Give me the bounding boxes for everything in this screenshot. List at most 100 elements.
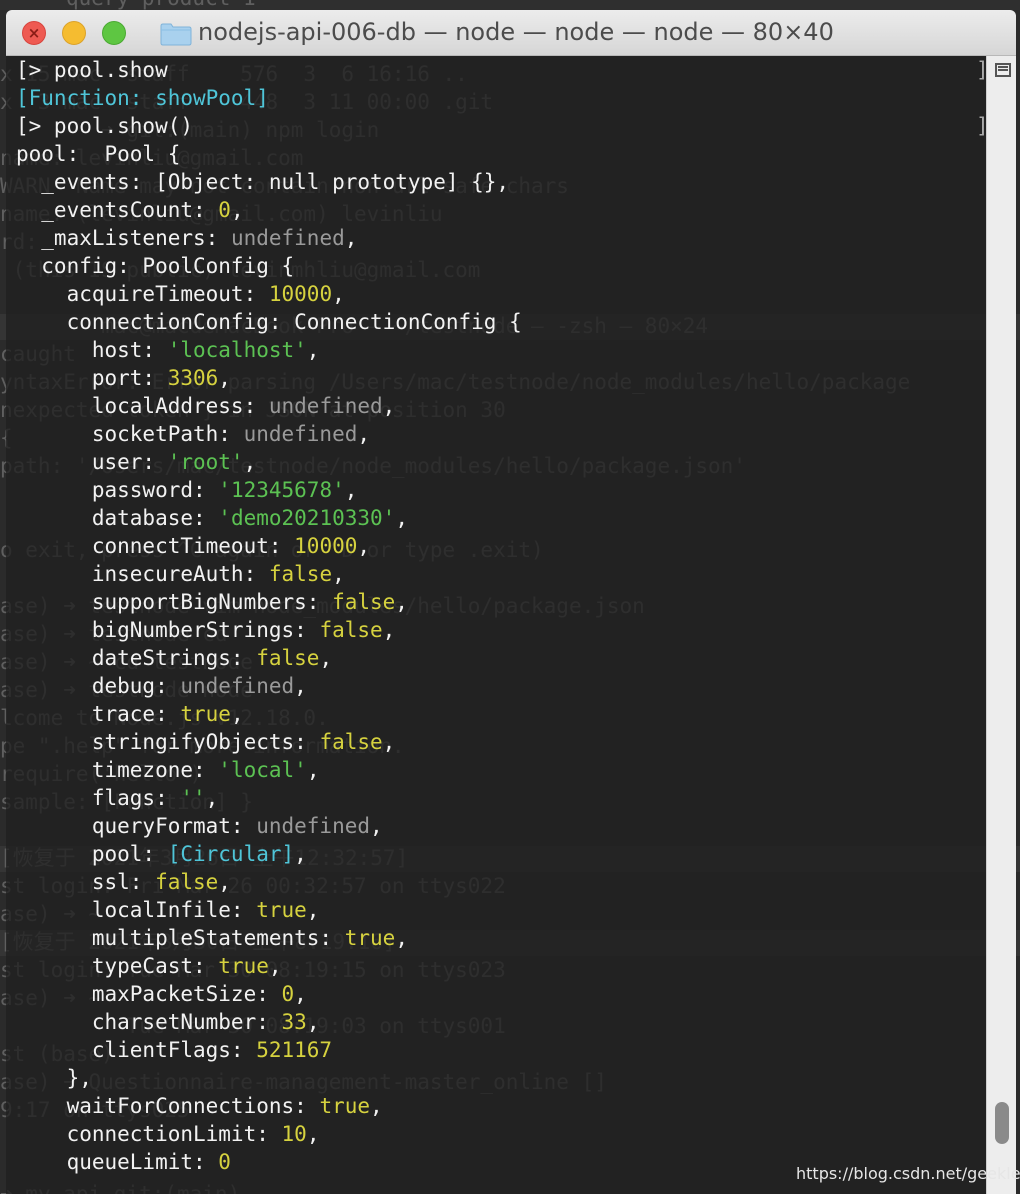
terminal-token: true	[344, 926, 396, 950]
window-title: nodejs-api-006-db — node — node — node —…	[198, 18, 834, 46]
scroll-thumb[interactable]	[995, 1102, 1009, 1144]
terminal-line: _maxListeners: undefined,	[16, 224, 357, 252]
terminal-line: port: 3306,	[16, 364, 231, 392]
terminal-token: ,	[370, 1094, 383, 1118]
terminal-token: pool: Pool {	[16, 142, 181, 166]
terminal-token: false	[319, 730, 383, 754]
terminal-token: ,	[332, 562, 345, 586]
terminal-token: ,	[294, 842, 307, 866]
terminal-token: ,	[230, 198, 244, 222]
terminal-token: password:	[16, 478, 219, 502]
terminal-line: localAddress: undefined,	[16, 392, 395, 420]
terminal-token: 0	[281, 982, 295, 1006]
minimize-button[interactable]	[62, 21, 86, 45]
terminal-line: _eventsCount: 0,	[16, 196, 244, 224]
terminal-token: false	[268, 562, 333, 586]
zoom-button[interactable]	[102, 21, 126, 45]
terminal-token: ,	[370, 814, 383, 838]
terminal-token: ,	[306, 1010, 320, 1034]
terminal-token: connectTimeout:	[16, 534, 295, 558]
terminal-token: trace:	[16, 702, 181, 726]
terminal-line: queueLimit: 0	[16, 1148, 231, 1176]
terminal-token: ,	[218, 870, 231, 894]
terminal-token: ,	[306, 1122, 320, 1146]
terminal-token: 33	[281, 1010, 307, 1034]
terminal-token: insecureAuth:	[16, 562, 269, 586]
terminal-line: [> pool.show()	[16, 112, 193, 140]
terminal-token: ,	[344, 478, 358, 502]
terminal-token: charsetNumber:	[16, 1010, 282, 1034]
terminal-line: stringifyObjects: false,	[16, 728, 395, 756]
terminal-line: queryFormat: undefined,	[16, 812, 383, 840]
terminal-line: charsetNumber: 33,	[16, 1008, 320, 1036]
split-pane-icon[interactable]	[995, 63, 1011, 77]
terminal-token: true	[218, 954, 269, 978]
title-bar[interactable]: × nodejs-api-006-db — node — node — node…	[6, 10, 1016, 56]
terminal-token: database:	[16, 506, 219, 530]
terminal-token: user:	[16, 450, 168, 474]
terminal-token: localInfile:	[16, 898, 257, 922]
terminal-token: config: PoolConfig {	[16, 254, 295, 278]
terminal-token: bigNumberStrings:	[16, 618, 320, 642]
terminal-token: ,	[306, 758, 320, 782]
terminal-token: ,	[382, 618, 396, 642]
terminal-token: connectionLimit:	[16, 1122, 282, 1146]
terminal-token: false	[332, 590, 396, 614]
terminal-token: ,	[395, 926, 408, 950]
terminal-token: localAddress:	[16, 394, 269, 418]
terminal-token: ,	[319, 646, 333, 670]
terminal-line: trace: true,	[16, 700, 244, 728]
terminal-token: waitForConnections:	[16, 1094, 320, 1118]
terminal-token: true	[256, 898, 307, 922]
terminal-line: dateStrings: false,	[16, 644, 332, 672]
terminal-token: [> pool.show()	[16, 114, 194, 138]
terminal-line: connectionLimit: 10,	[16, 1120, 320, 1148]
terminal-line: debug: undefined,	[16, 672, 307, 700]
terminal-window: × nodejs-api-006-db — node — node — node…	[6, 10, 1016, 1194]
terminal-token: 10000	[294, 534, 358, 558]
terminal-line: clientFlags: 521167	[16, 1036, 332, 1064]
terminal-line: _events: [Object: null prototype] {},	[16, 168, 509, 196]
terminal-token: supportBigNumbers:	[16, 590, 333, 614]
terminal-line: host: 'localhost',	[16, 336, 320, 364]
terminal-line: supportBigNumbers: false,	[16, 588, 408, 616]
terminal-token: ssl:	[16, 870, 156, 894]
terminal-token: undefined	[256, 814, 371, 838]
terminal-token: 521167	[256, 1038, 333, 1062]
terminal-line: multipleStatements: true,	[16, 924, 408, 952]
terminal-token: ,	[382, 394, 396, 418]
folder-icon	[160, 23, 192, 46]
terminal-line: user: 'root',	[16, 448, 256, 476]
terminal-line: localInfile: true,	[16, 896, 320, 924]
terminal-output[interactable]: [> pool.show [Function: showPool] [> pool.…	[6, 56, 989, 1194]
terminal-token: flags:	[16, 786, 181, 810]
terminal-token: ,	[357, 422, 371, 446]
terminal-line: connectTimeout: 10000,	[16, 532, 370, 560]
terminal-token: },	[16, 1066, 92, 1090]
terminal-token: queueLimit:	[16, 1150, 219, 1174]
terminal-token: multipleStatements:	[16, 926, 345, 950]
terminal-token: undefined	[243, 422, 358, 446]
terminal-token: true	[180, 702, 231, 726]
terminal-token: 10000	[268, 282, 333, 306]
terminal-line: password: '12345678',	[16, 476, 358, 504]
close-button[interactable]: ×	[22, 21, 46, 45]
terminal-token: timezone:	[16, 758, 219, 782]
terminal-token: clientFlags:	[16, 1038, 257, 1062]
terminal-token: stringifyObjects:	[16, 730, 320, 754]
terminal-line: bigNumberStrings: false,	[16, 616, 395, 644]
terminal-token: typeCast:	[16, 954, 219, 978]
terminal-token: 0	[218, 1150, 231, 1174]
terminal-token: false	[319, 618, 383, 642]
terminal-line: connectionConfig: ConnectionConfig {	[16, 308, 522, 336]
terminal-line: pool: [Circular],	[16, 840, 307, 868]
terminal-token: port:	[16, 366, 168, 390]
terminal-line: [Function: showPool]	[16, 84, 269, 112]
terminal-token: false	[155, 870, 219, 894]
scrollbar[interactable]	[986, 56, 1016, 1194]
terminal-token: maxPacketSize:	[16, 982, 282, 1006]
terminal-token: socketPath:	[16, 422, 244, 446]
terminal-token: ,	[205, 786, 219, 810]
terminal-line: timezone: 'local',	[16, 756, 320, 784]
close-icon: ×	[27, 24, 41, 42]
